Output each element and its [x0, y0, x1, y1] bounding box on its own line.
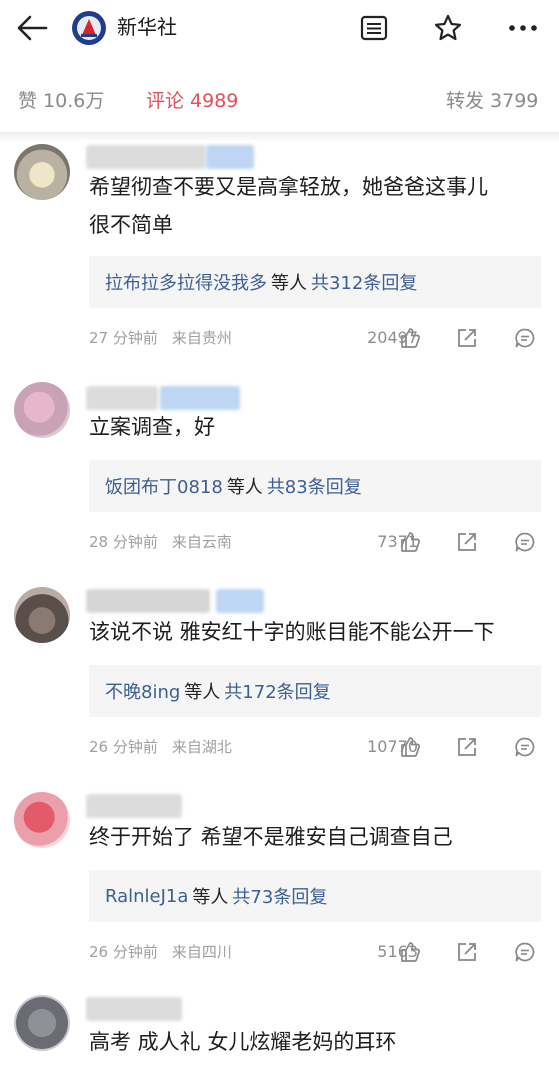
reply-count[interactable]: 共83条回复 — [267, 473, 362, 499]
comment-location: 来自湖北 — [171, 738, 232, 756]
back-arrow-icon[interactable] — [14, 10, 50, 46]
reply-usernames[interactable]: 拉布拉多拉得没我多 — [105, 269, 267, 295]
reply-usernames[interactable]: 饭团布丁0818 — [105, 473, 223, 499]
avatar[interactable] — [14, 792, 70, 848]
comment-icon[interactable] — [511, 938, 539, 966]
top-navigation-bar: 新华社 — [0, 0, 559, 56]
reply-connector: 等人 — [192, 887, 229, 908]
comments-tab[interactable]: 评论 4989 — [146, 88, 238, 114]
share-icon[interactable] — [453, 528, 481, 556]
comment-location: 来自贵州 — [171, 329, 232, 347]
username-blurred[interactable] — [86, 145, 206, 169]
reply-usernames[interactable]: RalnleJ1a — [105, 886, 188, 907]
comment-icon[interactable] — [511, 324, 539, 352]
comment-time: 27 分钟前 — [89, 329, 158, 347]
user-badge-blurred — [160, 386, 240, 410]
share-icon[interactable] — [453, 324, 481, 352]
reply-count[interactable]: 共172条回复 — [224, 678, 330, 704]
comment-icon[interactable] — [511, 733, 539, 761]
comment-text-line: 终于开始了 希望不是雅安自己调查自己 — [89, 825, 453, 849]
reply-connector: 等人 — [271, 273, 307, 294]
user-badge-blurred — [216, 589, 264, 613]
user-badge-blurred — [206, 145, 254, 169]
share-icon[interactable] — [453, 938, 481, 966]
username-blurred[interactable] — [86, 997, 182, 1021]
username-blurred[interactable] — [86, 794, 182, 818]
divider — [0, 132, 559, 142]
avatar[interactable] — [14, 382, 70, 438]
likes-tab[interactable]: 赞 10.6万 — [18, 88, 104, 114]
comment-text-line: 很不简单 — [89, 213, 173, 237]
comment-text-line: 希望彻查不要又是高拿轻放，她爸爸这事儿 — [89, 175, 488, 199]
username-blurred[interactable] — [86, 589, 210, 613]
comment-time: 26 分钟前 — [89, 738, 158, 756]
reply-count[interactable]: 共312条回复 — [311, 269, 417, 295]
username-blurred[interactable] — [86, 386, 158, 410]
comment-text-line: 该说不说 雅安红十字的账目能不能公开一下 — [89, 620, 495, 644]
comment-time: 26 分钟前 — [89, 943, 158, 961]
like-icon[interactable] — [396, 733, 424, 761]
comment-text-line: 高考 成人礼 女儿炫耀老妈的耳环 — [89, 1030, 397, 1054]
avatar[interactable] — [14, 144, 70, 200]
reply-usernames[interactable]: 不晚8ing — [105, 678, 180, 704]
avatar[interactable] — [14, 587, 70, 643]
reposts-tab[interactable]: 转发 3799 — [446, 88, 538, 114]
reply-connector: 等人 — [226, 477, 263, 498]
brand-name[interactable]: 新华社 — [117, 13, 177, 41]
like-icon[interactable] — [396, 528, 424, 556]
comment-icon[interactable] — [511, 528, 539, 556]
reply-summary[interactable]: 拉布拉多拉得没我多 等人 共312条回复 — [89, 256, 541, 308]
avatar[interactable] — [14, 995, 70, 1051]
more-icon[interactable] — [505, 10, 541, 46]
xinhua-logo[interactable] — [71, 10, 107, 46]
article-icon[interactable] — [356, 10, 392, 46]
stats-bar: 赞 10.6万 评论 4989 转发 3799 — [0, 74, 559, 128]
reply-summary[interactable]: 不晚8ing 等人 共172条回复 — [89, 665, 541, 717]
comment-location: 来自四川 — [171, 943, 232, 961]
comment-time: 28 分钟前 — [89, 533, 158, 551]
comment-text-line: 立案调查，好 — [89, 415, 215, 439]
reply-summary[interactable]: RalnleJ1a 等人 共73条回复 — [89, 870, 541, 922]
comment-meta: 27 分钟前 来自贵州 — [89, 328, 232, 348]
reply-count[interactable]: 共73条回复 — [232, 883, 327, 909]
comment-meta: 28 分钟前 来自云南 — [89, 532, 232, 552]
like-icon[interactable] — [396, 324, 424, 352]
like-icon[interactable] — [396, 938, 424, 966]
comment-meta: 26 分钟前 来自湖北 — [89, 737, 232, 757]
comment-meta: 26 分钟前 来自四川 — [89, 942, 232, 962]
star-icon[interactable] — [430, 10, 466, 46]
reply-connector: 等人 — [184, 682, 221, 703]
share-icon[interactable] — [453, 733, 481, 761]
reply-summary[interactable]: 饭团布丁0818 等人 共83条回复 — [89, 460, 541, 512]
comment-location: 来自云南 — [171, 533, 232, 551]
